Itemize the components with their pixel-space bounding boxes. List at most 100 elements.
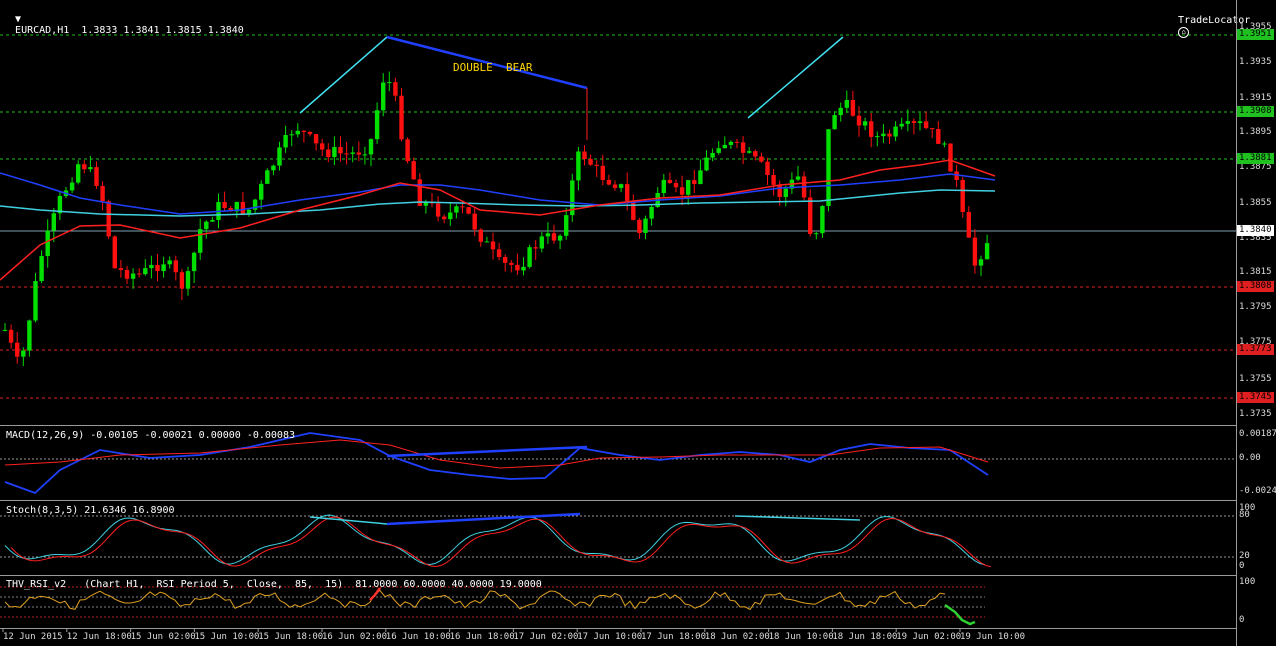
macd-histogram-bar bbox=[710, 459, 715, 469]
macd-histogram-bar bbox=[545, 459, 550, 474]
rsi-oversold-marker bbox=[944, 603, 976, 626]
candle-body bbox=[478, 229, 483, 242]
macd-histogram-bar bbox=[881, 447, 885, 459]
candle-body bbox=[545, 233, 551, 237]
time-axis-label: 12 Jun 2015 bbox=[3, 632, 63, 642]
macd-histogram-bar bbox=[112, 448, 117, 459]
macd-histogram-bar bbox=[491, 459, 495, 471]
candle-body bbox=[783, 188, 788, 197]
candle-body bbox=[45, 230, 50, 257]
candle-body bbox=[765, 161, 770, 176]
candle-body bbox=[643, 218, 648, 233]
candle-body bbox=[698, 170, 703, 185]
candle-body bbox=[167, 260, 172, 265]
macd-histogram-bar bbox=[192, 459, 196, 463]
macd-header: MACD(12,26,9) -0.00105 -0.00021 0.00000 … bbox=[6, 430, 295, 441]
candle-body bbox=[838, 107, 843, 116]
trend-line-up bbox=[299, 36, 388, 114]
price-tick-label: 1.3935 bbox=[1239, 57, 1272, 67]
symbol-dropdown[interactable]: ▼ EURCAD,H1 1.3833 1.3841 1.3815 1.3840 bbox=[3, 3, 244, 36]
candle-body bbox=[582, 151, 587, 160]
candle-body bbox=[814, 233, 819, 235]
candle-body bbox=[143, 268, 148, 275]
price-tick-label: 1.3895 bbox=[1239, 127, 1272, 137]
candle-body bbox=[173, 260, 178, 273]
macd-histogram-bar bbox=[704, 459, 708, 469]
candle-body bbox=[240, 201, 246, 214]
candle-body bbox=[222, 202, 227, 209]
price-level-label: 1.3808 bbox=[1237, 281, 1274, 292]
candle-body bbox=[594, 164, 599, 166]
macd-histogram-bar bbox=[960, 459, 965, 472]
macd-histogram-bar bbox=[33, 450, 37, 459]
macd-histogram-bar bbox=[606, 459, 611, 469]
macd-histogram-bar bbox=[308, 459, 312, 470]
candle-body bbox=[661, 179, 666, 194]
rsi-header: THV_RSI_v2 (Chart H1, RSI Period 5, Clos… bbox=[6, 579, 542, 590]
candle-body bbox=[893, 126, 898, 137]
candle-body bbox=[856, 115, 862, 126]
candle-body bbox=[686, 180, 691, 195]
macd-histogram-bar bbox=[9, 455, 13, 459]
macd-histogram-bar bbox=[905, 453, 910, 459]
time-axis-label: 17 Jun 02:00 bbox=[513, 632, 579, 642]
macd-histogram-bar bbox=[722, 459, 727, 467]
rsi-tick-label: 0 bbox=[1239, 615, 1245, 625]
candle-body bbox=[313, 134, 319, 144]
candle-body bbox=[289, 134, 294, 136]
macd-histogram-bar bbox=[247, 459, 251, 465]
candle-body bbox=[966, 212, 971, 238]
macd-histogram-bar bbox=[844, 450, 849, 459]
candle-body bbox=[320, 143, 325, 150]
candle-body bbox=[179, 272, 185, 289]
price-tick-label: 1.3815 bbox=[1239, 267, 1272, 277]
candle-body bbox=[887, 133, 892, 137]
candle-body bbox=[350, 152, 355, 154]
candle-body bbox=[161, 264, 166, 272]
macd-histogram-bar bbox=[728, 459, 733, 466]
macd-histogram-bar bbox=[686, 459, 690, 467]
candle-body bbox=[51, 213, 56, 231]
time-axis-label: 16 Jun 10:00 bbox=[385, 632, 451, 642]
candle-body bbox=[265, 170, 270, 184]
macd-histogram-bar bbox=[539, 459, 544, 475]
candle-body bbox=[21, 350, 26, 357]
candle-body bbox=[637, 219, 642, 233]
chevron-down-icon[interactable]: ▼ bbox=[15, 14, 21, 25]
candle-body bbox=[88, 167, 93, 170]
time-axis-label: 18 Jun 10:00 bbox=[768, 632, 834, 642]
macd-histogram-bar bbox=[45, 450, 50, 459]
chart-canvas[interactable] bbox=[0, 0, 1236, 646]
price-tick-label: 1.3855 bbox=[1239, 198, 1272, 208]
candle-body bbox=[448, 212, 453, 220]
price-level-label: 1.3951 bbox=[1237, 29, 1274, 40]
macd-histogram-bar bbox=[680, 459, 684, 467]
candle-body bbox=[27, 320, 32, 351]
macd-histogram-bar bbox=[295, 459, 300, 472]
candle-body bbox=[612, 184, 618, 188]
macd-histogram-bar bbox=[271, 459, 275, 470]
macd-histogram-bar bbox=[320, 459, 324, 467]
candle-body bbox=[368, 139, 374, 155]
candle-body bbox=[771, 175, 776, 185]
candle-body bbox=[301, 130, 307, 132]
macd-histogram-bar bbox=[484, 459, 489, 472]
candle-body bbox=[777, 184, 782, 197]
candle-body bbox=[33, 281, 38, 321]
candle-body bbox=[533, 247, 538, 249]
time-axis-label: 19 Jun 10:00 bbox=[960, 632, 1026, 642]
candle-body bbox=[649, 206, 654, 219]
macd-histogram-bar bbox=[521, 459, 525, 471]
candle-body bbox=[844, 100, 849, 108]
candle-body bbox=[295, 130, 300, 135]
macd-histogram-bar bbox=[509, 459, 513, 475]
candle-body bbox=[503, 257, 508, 263]
candle-body bbox=[576, 151, 581, 181]
candle-body bbox=[600, 165, 605, 180]
candle-body bbox=[564, 215, 569, 236]
rsi-tick-label: 100 bbox=[1239, 577, 1256, 587]
candle-body bbox=[210, 220, 215, 222]
macd-histogram-bar bbox=[899, 451, 904, 459]
macd-histogram-bar bbox=[51, 451, 56, 459]
candle-body bbox=[808, 197, 813, 234]
